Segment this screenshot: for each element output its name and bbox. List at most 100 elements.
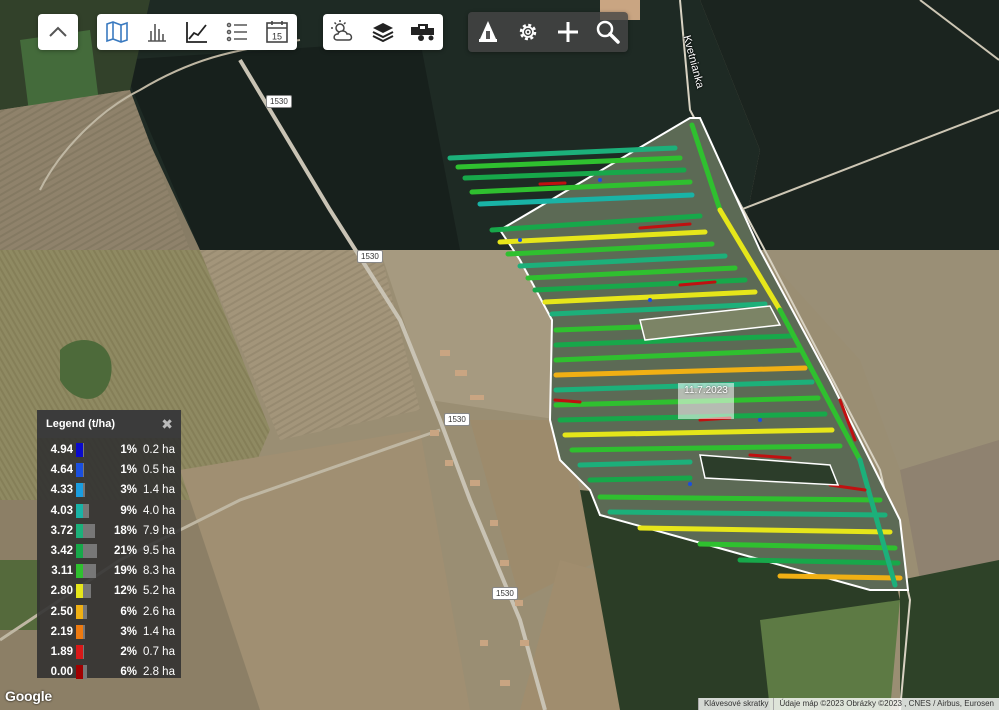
calendar-button[interactable]: 15 [257,14,297,50]
legend-bar-track [83,564,113,579]
legend-swatch [76,584,83,599]
calendar-icon: 15 [266,21,288,43]
legend-row: 3.72 18% 7.9 ha [37,521,181,541]
settings-button[interactable] [508,14,548,50]
legend-area: 2.6 ha [143,605,175,618]
legend-bar-track [83,483,113,498]
map-data-attribution[interactable]: Údaje máp ©2023 Obrázky ©2023 , CNES / A… [773,698,999,710]
legend-percent: 18% [113,524,137,537]
map-view-button[interactable] [97,14,137,50]
legend-swatch [76,644,83,659]
legend-value: 3.42 [50,545,73,558]
legend-row: 2.50 6% 2.6 ha [37,602,181,622]
weather-button[interactable] [323,14,363,50]
close-icon[interactable]: ✖ [161,410,173,438]
legend-value: 4.94 [50,444,73,457]
legend-bar [83,604,87,619]
keyboard-shortcuts-link[interactable]: Klávesové skratky [697,698,773,710]
legend-percent: 1% [120,444,137,457]
legend-swatch [76,443,83,458]
view-toolbar: 15 [97,14,297,50]
legend-value: 4.03 [50,504,73,517]
map-attribution: Klávesové skratky Údaje máp ©2023 Obrázk… [697,698,999,710]
search-button[interactable] [588,14,628,50]
legend-row: 4.33 3% 1.4 ha [37,480,181,500]
legend-area: 7.9 ha [143,524,175,537]
legend-area: 2.8 ha [143,666,175,679]
legend-bar [83,564,96,579]
layers-toolbar [323,14,443,50]
legend-swatch [76,564,83,579]
legend-swatch [76,463,83,478]
home-button[interactable] [468,14,508,50]
legend-percent: 1% [120,464,137,477]
legend-value: 2.19 [50,625,73,638]
legend-percent: 21% [113,545,137,558]
legend-swatch [76,483,83,498]
layers-button[interactable] [363,14,403,50]
legend-swatch [76,665,83,680]
line-chart-icon [186,22,207,43]
legend-value: 4.33 [50,484,73,497]
actions-toolbar [468,12,628,52]
legend-row: 4.03 9% 4.0 ha [37,501,181,521]
legend-bar-track [83,604,113,619]
road-label-1530: 1530 [444,413,470,426]
list-button[interactable] [217,14,257,50]
svg-text:15: 15 [272,32,282,42]
legend-swatch [76,503,83,518]
legend-value: 4.64 [50,464,73,477]
collapse-button[interactable] [38,14,78,50]
legend-bar [83,463,84,478]
legend-percent: 3% [120,625,137,638]
harvester-icon [411,24,434,41]
date-label: 11.7.2023 [678,383,734,419]
legend-value: 2.80 [50,585,73,598]
legend-row: 2.80 12% 5.2 ha [37,581,181,601]
legend-area: 0.2 ha [143,444,175,457]
legend-area: 9.5 ha [143,545,175,558]
layers-icon [372,23,394,43]
legend-bar-track [83,624,113,639]
legend-bar-track [83,443,113,458]
legend-area: 4.0 ha [143,504,175,517]
legend-bar [83,624,85,639]
legend-area: 8.3 ha [143,565,175,578]
legend-swatch [76,604,83,619]
home-icon [479,21,497,42]
road-label-1530: 1530 [492,587,518,600]
legend-area: 5.2 ha [143,585,175,598]
add-button[interactable] [548,14,588,50]
legend-row: 3.11 19% 8.3 ha [37,561,181,581]
harvester-button[interactable] [403,14,443,50]
legend-bar-track [83,463,113,478]
legend-swatch [76,523,83,538]
legend-percent: 19% [113,565,137,578]
legend-bar [83,644,84,659]
legend-area: 1.4 ha [143,484,175,497]
legend-area: 0.5 ha [143,464,175,477]
legend-row: 2.19 3% 1.4 ha [37,622,181,642]
line-chart-button[interactable] [177,14,217,50]
legend-percent: 2% [120,645,137,658]
weather-icon [331,20,353,41]
legend-bar [83,503,89,518]
legend-value: 3.72 [50,524,73,537]
google-logo: Google [5,688,53,704]
legend-bar [83,584,91,599]
road-label-1530: 1530 [266,95,292,108]
bar-chart-button[interactable] [137,14,177,50]
legend-swatch [76,624,83,639]
legend-value: 0.00 [50,666,73,679]
legend-bar [83,523,95,538]
legend-bar-track [83,544,113,559]
legend-percent: 3% [120,484,137,497]
legend-row: 1.89 2% 0.7 ha [37,642,181,662]
legend-value: 1.89 [50,645,73,658]
legend-percent: 6% [120,605,137,618]
plus-icon [558,22,578,42]
gear-icon [519,23,537,41]
legend-value: 3.11 [51,565,73,578]
legend-title: Legend (t/ha) ✖ [37,410,181,438]
legend-bar-track [83,644,113,659]
